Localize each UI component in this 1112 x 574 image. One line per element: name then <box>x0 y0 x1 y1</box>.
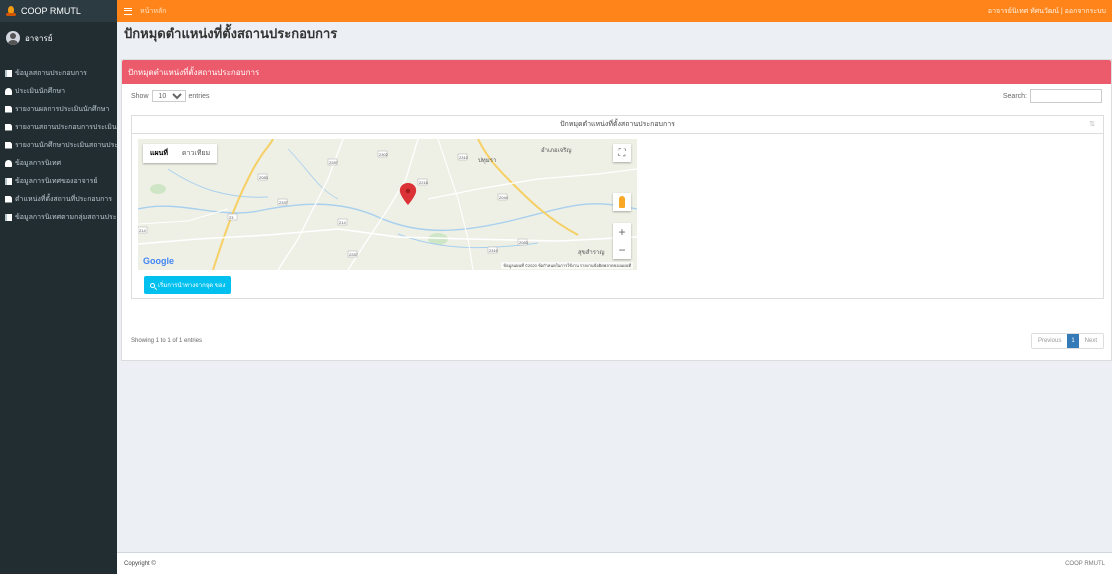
sidebar-menu: ข้อมูลสถานประกอบการ ประเมินนักศึกษา รายง… <box>0 64 117 226</box>
zoom-out-button[interactable]: − <box>618 241 625 259</box>
fullscreen-button[interactable]: ⛶ <box>613 144 631 162</box>
user-panel: อาจารย์ <box>0 22 117 54</box>
pegman-icon <box>619 196 625 208</box>
brand-name: COOP RMUTL <box>21 6 81 16</box>
avatar-icon <box>6 31 20 45</box>
pagination: Previous 1 Next <box>1030 333 1104 349</box>
search-input[interactable] <box>1030 89 1102 103</box>
sidebar-item-company-info[interactable]: ข้อมูลสถานประกอบการ <box>0 64 117 82</box>
datatable-info: Showing 1 to 1 of 1 entries <box>131 338 203 344</box>
svg-text:2287: 2287 <box>329 160 339 165</box>
sort-icon[interactable]: ⇅ <box>1089 120 1095 128</box>
navigate-button[interactable]: เริ่มการนำทางจากจุด ของ <box>144 276 232 294</box>
document-icon <box>5 195 12 203</box>
page-title: ปักหมุดตำแหน่งที่ตั้งสถานประกอบการ <box>124 26 338 41</box>
sidebar-item-company-location[interactable]: ตำแหน่งที่ตั้งสถานที่ประกอบการ <box>0 190 117 208</box>
svg-text:2216: 2216 <box>419 180 429 185</box>
footer: Copyright © COOP RMUTL <box>117 552 1112 574</box>
document-icon <box>5 105 12 113</box>
hamburger-menu-icon[interactable] <box>124 7 132 15</box>
main-content: ปักหมุดตำแหน่งที่ตั้งสถานประกอบการ ปักหม… <box>117 22 1112 552</box>
map-place-label: ปทุมรา <box>478 158 497 164</box>
brand[interactable]: COOP RMUTL <box>0 0 117 22</box>
next-page-button[interactable]: Next <box>1079 334 1103 348</box>
datatable-controls: Show 10 entries Search: <box>122 84 1111 108</box>
previous-page-button[interactable]: Previous <box>1032 334 1067 348</box>
map-attribution[interactable]: ข้อมูลแผนที่ ©2020 ข้อกำหนดในการใช้งาน ร… <box>501 262 633 269</box>
top-navbar: หน้าหลัก อาจารย์นิเทศ ทัศนวัฒน์ | ออกจาก… <box>117 0 1112 22</box>
svg-text:2287: 2287 <box>349 252 359 257</box>
document-icon <box>5 141 12 149</box>
sidebar-item-group-supervision[interactable]: ข้อมูลการนิเทศตามกลุ่มสถานประกอบการ <box>0 208 117 226</box>
svg-text:2310: 2310 <box>459 155 469 160</box>
user-name: อาจารย์ <box>25 33 53 43</box>
sidebar-item-student-company-report[interactable]: รายงานนักศึกษาประเมินสถานประกอบการ <box>0 136 117 154</box>
datatable-footer: Showing 1 to 1 of 1 entries Previous 1 N… <box>131 331 1104 351</box>
sidebar-item-student-eval-report[interactable]: รายงานผลการประเมินนักศึกษา <box>0 100 117 118</box>
google-logo: Google <box>143 256 174 266</box>
sidebar: COOP RMUTL อาจารย์ ข้อมูลสถานประกอบการ ป… <box>0 0 117 574</box>
svg-text:214: 214 <box>339 220 346 225</box>
entries-select[interactable]: 10 <box>151 90 186 102</box>
svg-text:2302: 2302 <box>379 152 389 157</box>
fullscreen-icon: ⛶ <box>618 147 626 159</box>
map-place-label: สุขสำราญ <box>578 250 605 256</box>
map-type-control: แผนที่ ดาวเทียม <box>143 144 218 163</box>
copyright: Copyright © <box>124 560 156 567</box>
column-header[interactable]: ปักหมุดตำแหน่งที่ตั้งสถานประกอบการ ⇅ <box>132 116 1103 134</box>
person-icon <box>5 159 12 167</box>
svg-text:2044: 2044 <box>499 195 509 200</box>
svg-text:2083: 2083 <box>519 240 529 245</box>
svg-text:23: 23 <box>229 215 234 220</box>
location-box: ปักหมุดตำแหน่งที่ตั้งสถานประกอบการ Show … <box>121 59 1112 361</box>
street-view-button[interactable] <box>613 193 631 211</box>
search-icon <box>150 282 155 288</box>
sidebar-item-company-eval-report[interactable]: รายงานสถานประกอบการประเมิน <box>0 118 117 136</box>
page-1-button[interactable]: 1 <box>1067 334 1079 348</box>
map-type-satellite-button[interactable]: ดาวเทียม <box>175 144 217 163</box>
book-icon <box>5 69 12 77</box>
length-control: Show 10 entries <box>131 90 210 102</box>
svg-text:2310: 2310 <box>489 248 499 253</box>
box-header: ปักหมุดตำแหน่งที่ตั้งสถานประกอบการ <box>122 60 1111 84</box>
svg-text:2337: 2337 <box>279 200 289 205</box>
search-label: Search: <box>1002 92 1027 100</box>
google-map[interactable]: 2083 2287 2302 2216 2310 2337 23 214 204… <box>138 139 637 270</box>
search-control: Search: <box>1003 89 1102 103</box>
person-icon <box>5 87 12 95</box>
sidebar-item-supervision[interactable]: ข้อมูลการนิเทศ <box>0 154 117 172</box>
table-row: 2083 2287 2302 2216 2310 2337 23 214 204… <box>132 134 1103 298</box>
coop-logo-icon <box>6 6 16 16</box>
user-logout-link[interactable]: อาจารย์นิเทศ ทัศนวัฒน์ | ออกจากระบบ <box>988 6 1106 17</box>
datatable: ปักหมุดตำแหน่งที่ตั้งสถานประกอบการ ⇅ 208… <box>131 115 1104 299</box>
map-type-map-button[interactable]: แผนที่ <box>143 144 175 163</box>
breadcrumb[interactable]: หน้าหลัก <box>140 6 166 17</box>
sidebar-item-evaluate-students[interactable]: ประเมินนักศึกษา <box>0 82 117 100</box>
footer-brand: COOP RMUTL <box>1065 560 1105 567</box>
map-place-label: อำเภอเจริญ <box>541 148 572 154</box>
book-icon <box>5 213 12 221</box>
svg-text:2083: 2083 <box>259 175 269 180</box>
sidebar-item-teacher-supervision[interactable]: ข้อมูลการนิเทศของอาจารย์ <box>0 172 117 190</box>
document-icon <box>5 123 12 131</box>
zoom-control: + − <box>613 223 631 259</box>
book-icon <box>5 177 12 185</box>
zoom-in-button[interactable]: + <box>618 223 625 241</box>
svg-text:214: 214 <box>139 228 146 233</box>
